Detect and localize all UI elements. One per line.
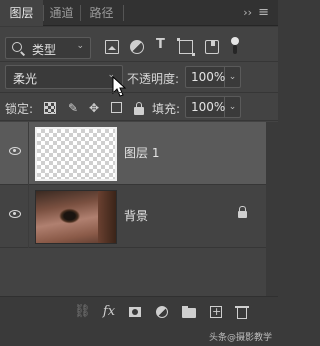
blend-mode-select[interactable]: 柔光 ⌄ — [5, 65, 123, 89]
layers-scrollbar[interactable] — [266, 122, 278, 322]
filter-kind-select[interactable]: 类型 ⌄ — [5, 37, 91, 59]
chevron-down-icon: ⌄ — [76, 41, 84, 51]
link-layers-icon[interactable]: ⛓ — [74, 304, 91, 320]
mask-circle — [132, 309, 138, 315]
tab-channels[interactable]: 通道 — [43, 0, 80, 26]
panel-tab-bar: 图层 通道 路径 ›› ≡ — [0, 0, 278, 26]
tab-separator — [123, 5, 124, 21]
lock-row: 锁定: ✎ ✥ 填充: 100% ⌄ — [0, 94, 278, 120]
divider — [0, 120, 278, 121]
blend-mode-value: 柔光 — [13, 72, 38, 86]
shape-filter-icon[interactable] — [177, 38, 195, 56]
filter-toggle-icon[interactable] — [231, 37, 239, 56]
divider — [0, 61, 278, 62]
layers-list: 图层 1 背景 — [0, 122, 278, 322]
lock-label: 锁定: — [5, 102, 34, 116]
layer-row[interactable]: 图层 1 — [0, 122, 278, 185]
layer-row[interactable]: 背景 — [0, 185, 278, 248]
layer-name[interactable]: 图层 1 — [124, 144, 159, 161]
delete-layer-icon[interactable] — [234, 304, 250, 320]
page-shape — [210, 304, 222, 320]
divider — [0, 92, 278, 93]
lock-artboard-icon[interactable] — [111, 102, 122, 113]
opacity-label: 不透明度: — [127, 72, 180, 86]
smart-object-filter-icon[interactable] — [205, 40, 219, 54]
image-filter-icon[interactable] — [105, 40, 119, 54]
divider — [28, 122, 29, 185]
filter-row: 类型 ⌄ T — [0, 27, 278, 61]
new-group-icon[interactable] — [181, 304, 197, 320]
new-layer-icon[interactable] — [208, 304, 224, 320]
layer-thumbnail — [35, 127, 117, 181]
adjustment-circle — [156, 306, 168, 318]
type-filter-icon[interactable]: T — [156, 37, 170, 52]
lock-all-icon-body[interactable] — [134, 107, 144, 115]
opacity-dropdown-button[interactable]: ⌄ — [225, 66, 241, 88]
fill-label: 填充: — [152, 102, 181, 116]
adjustment-filter-icon[interactable] — [130, 40, 144, 54]
fill-dropdown-button[interactable]: ⌄ — [225, 96, 241, 118]
eye-visibility-icon[interactable] — [9, 147, 21, 155]
trash-body — [237, 308, 247, 319]
hamburger-menu-icon[interactable]: ≡ — [258, 0, 269, 26]
filter-kind-label: 类型 — [32, 43, 57, 57]
lock-icon — [238, 206, 247, 218]
double-chevron-right-icon[interactable]: ›› — [243, 0, 252, 26]
toggle-knob — [231, 37, 239, 45]
lock-image-pixels-icon[interactable]: ✎ — [67, 102, 79, 114]
thumbnail-hair — [98, 191, 116, 243]
new-adjustment-layer-icon[interactable] — [154, 304, 170, 320]
search-icon — [12, 42, 22, 52]
layer-thumbnail — [35, 190, 117, 244]
tab-paths[interactable]: 路径 — [80, 0, 123, 26]
divider — [28, 185, 29, 248]
add-mask-icon[interactable] — [127, 304, 143, 320]
fx-icon[interactable]: fx — [101, 304, 117, 320]
watermark: 头条@摄影教学 — [208, 333, 272, 343]
toggle-track — [233, 45, 237, 54]
lock-transparent-pixels-icon[interactable] — [44, 102, 56, 114]
layer-name[interactable]: 背景 — [124, 207, 148, 224]
blend-row: 柔光 ⌄ 不透明度: 100% ⌄ — [0, 63, 278, 91]
opacity-input[interactable]: 100% — [185, 66, 225, 88]
fill-input[interactable]: 100% — [185, 96, 225, 118]
eye-visibility-icon[interactable] — [9, 210, 21, 218]
bottom-toolbar: ⛓ fx 头条@摄影教学 — [0, 296, 278, 346]
lock-position-icon[interactable]: ✥ — [88, 102, 100, 114]
folder-shape — [182, 306, 196, 318]
tab-layers[interactable]: 图层 — [0, 0, 43, 26]
